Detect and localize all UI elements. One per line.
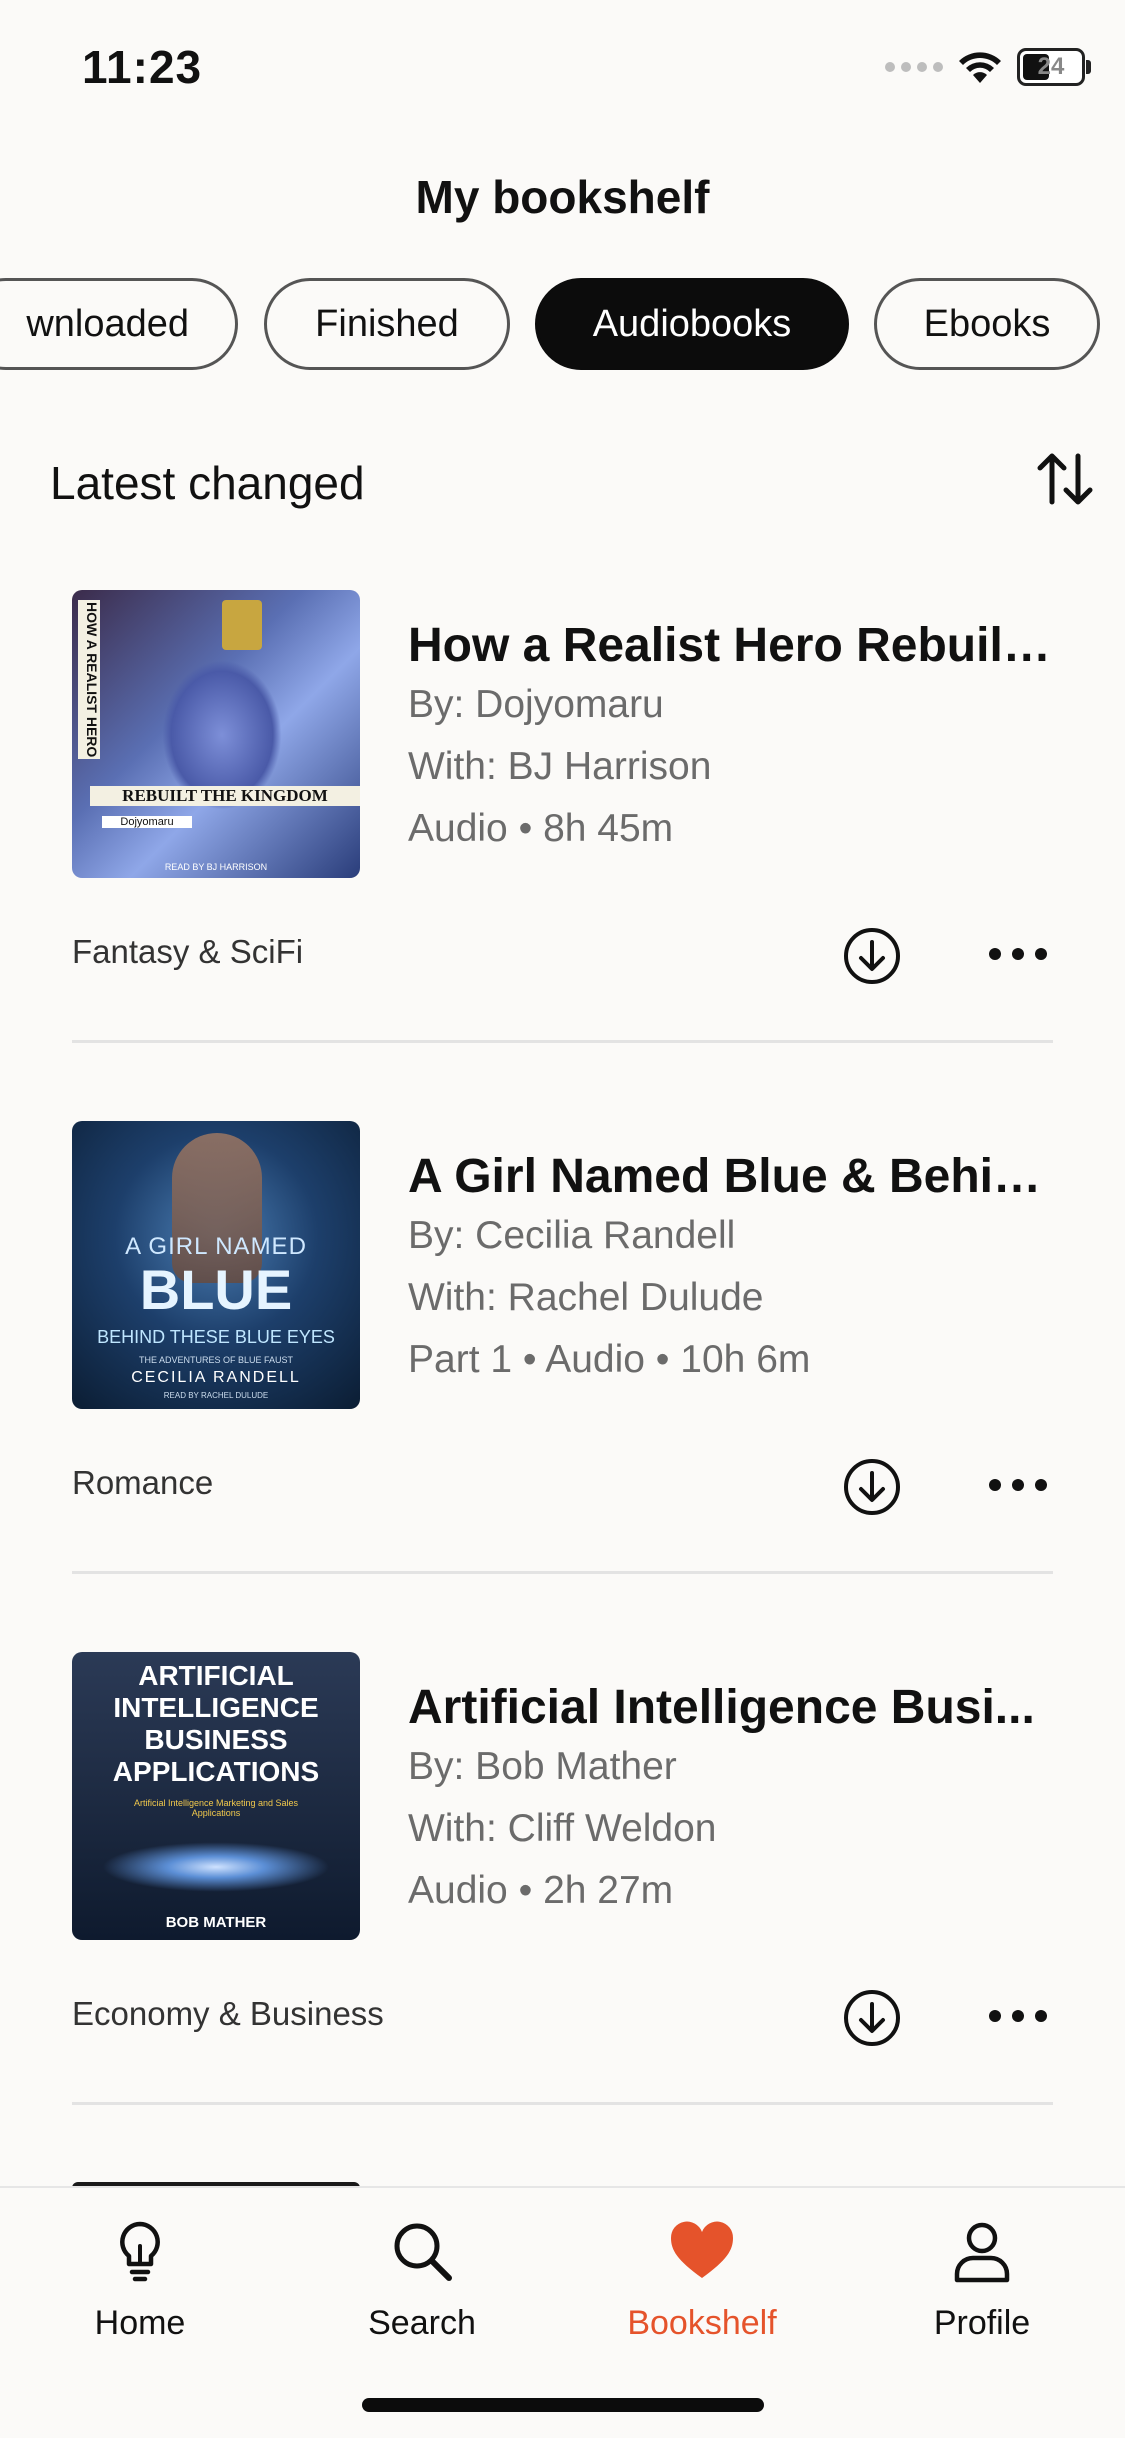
- book-genre: Economy & Business: [72, 1995, 384, 2032]
- cover-title-line2: BLUE: [139, 1258, 293, 1321]
- wifi-icon: [959, 52, 1001, 83]
- heart-icon: [670, 2221, 734, 2278]
- status-time: 11:23: [82, 41, 203, 93]
- home-indicator[interactable]: [362, 2398, 764, 2412]
- nav-profile[interactable]: Profile: [882, 2216, 1082, 2343]
- section-title: Latest changed: [50, 457, 365, 509]
- cover-author: CECILIA RANDELL: [131, 1369, 301, 1386]
- person-icon: [954, 2222, 1010, 2283]
- book-author: By: Dojyomaru: [408, 683, 664, 726]
- cellular-signal-icon: [885, 62, 943, 72]
- cover-author: BOB MATHER: [165, 1914, 267, 1931]
- divider: [72, 2102, 1053, 2105]
- filter-tabs: wnloaded Finished Audiobooks Ebooks: [0, 278, 1125, 374]
- nav-label: Bookshelf: [627, 2304, 777, 2342]
- book-cover[interactable]: HOW A REALIST HERO REBUILT THE KINGDOM D…: [72, 590, 360, 878]
- nav-home[interactable]: Home: [40, 2216, 240, 2343]
- more-options-icon[interactable]: [986, 944, 1050, 964]
- cover-series: THE ADVENTURES OF BLUE FAUST: [138, 1355, 294, 1365]
- nav-label: Profile: [933, 2304, 1031, 2342]
- cover-author: Dojyomaru: [102, 816, 192, 828]
- book-title[interactable]: A Girl Named Blue & Behin...: [408, 1149, 1058, 1204]
- cover-title-line2: INTELLIGENCE: [113, 1692, 319, 1723]
- book-meta: Audio • 8h 45m: [408, 807, 674, 850]
- tab-label: Finished: [315, 302, 459, 345]
- divider: [72, 1571, 1053, 1574]
- battery-level: 24: [1037, 53, 1065, 80]
- sort-icon[interactable]: [1034, 448, 1096, 510]
- more-options-icon[interactable]: [986, 2006, 1050, 2026]
- book-title[interactable]: Artificial Intelligence Busi...: [408, 1680, 1058, 1735]
- battery-icon: 24: [1017, 48, 1091, 86]
- cover-reader: READ BY RACHEL DULUDE: [163, 1391, 269, 1400]
- more-options-icon[interactable]: [986, 1475, 1050, 1495]
- page-title: My bookshelf: [415, 171, 710, 223]
- nav-label: Search: [368, 2304, 476, 2342]
- tab-label: wnloaded: [26, 302, 189, 345]
- cover-subtitle: Artificial Intelligence Marketing and Sa…: [133, 1798, 299, 1818]
- tab-finished[interactable]: Finished: [264, 278, 510, 370]
- cover-title-line3: BUSINESS: [144, 1724, 288, 1755]
- download-icon[interactable]: [842, 926, 902, 986]
- book-meta: Audio • 2h 27m: [408, 1869, 674, 1912]
- book-title[interactable]: How a Realist Hero Rebuilt...: [408, 618, 1058, 673]
- tab-label: Audiobooks: [592, 302, 792, 345]
- book-narrator: With: BJ Harrison: [408, 745, 712, 788]
- tab-audiobooks[interactable]: Audiobooks: [535, 278, 849, 370]
- tab-ebooks[interactable]: Ebooks: [874, 278, 1100, 370]
- lightbulb-icon: [120, 2221, 160, 2282]
- tab-downloaded[interactable]: wnloaded: [0, 278, 238, 370]
- cover-side-text: HOW A REALIST HERO: [78, 600, 100, 760]
- nav-label: Home: [94, 2304, 186, 2342]
- cover-reader: READ BY BJ HARRISON: [164, 862, 268, 872]
- download-icon[interactable]: [842, 1457, 902, 1517]
- status-icons: 24: [885, 48, 1091, 86]
- nav-bookshelf[interactable]: Bookshelf: [602, 2216, 802, 2343]
- tab-label: Ebooks: [923, 302, 1051, 345]
- book-genre: Romance: [72, 1464, 214, 1501]
- book-author: By: Bob Mather: [408, 1745, 677, 1788]
- book-meta: Part 1 • Audio • 10h 6m: [408, 1338, 811, 1381]
- book-narrator: With: Cliff Weldon: [408, 1807, 717, 1850]
- divider: [72, 1040, 1053, 1043]
- cover-title-line3: BEHIND THESE BLUE EYES: [97, 1327, 335, 1347]
- book-cover[interactable]: A GIRL NAMED BLUE BEHIND THESE BLUE EYES…: [72, 1121, 360, 1409]
- nav-search[interactable]: Search: [322, 2216, 522, 2343]
- cover-title: REBUILT THE KINGDOM: [90, 786, 360, 806]
- book-cover[interactable]: ARTIFICIAL INTELLIGENCE BUSINESS APPLICA…: [72, 1652, 360, 1940]
- book-author: By: Cecilia Randell: [408, 1214, 736, 1257]
- cover-title-line4: APPLICATIONS: [112, 1756, 320, 1787]
- search-icon: [394, 2223, 452, 2281]
- book-genre: Fantasy & SciFi: [72, 933, 304, 970]
- book-narrator: With: Rachel Dulude: [408, 1276, 764, 1319]
- download-icon[interactable]: [842, 1988, 902, 2048]
- cover-title-line1: ARTIFICIAL: [138, 1660, 294, 1691]
